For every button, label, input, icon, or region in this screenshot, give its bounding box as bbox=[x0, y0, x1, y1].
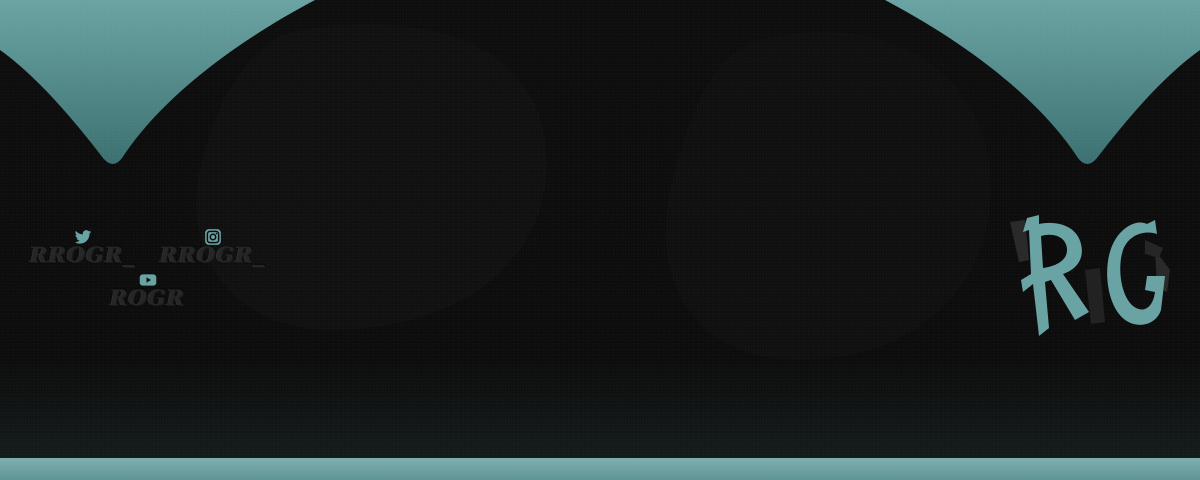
instagram-handle: RROGR_ bbox=[160, 242, 266, 267]
social-youtube[interactable]: ROGR bbox=[110, 271, 185, 309]
channel-banner: RROGR_ RROGR_ ROGR bbox=[0, 0, 1200, 480]
background-silhouette-left bbox=[196, 24, 547, 331]
social-twitter[interactable]: RROGR_ bbox=[30, 228, 135, 266]
background-silhouette-right bbox=[665, 31, 991, 360]
social-instagram[interactable]: RROGR_ bbox=[160, 228, 265, 266]
bottom-accent-bar bbox=[0, 458, 1200, 480]
rg-logo bbox=[1010, 215, 1170, 336]
youtube-handle: ROGR bbox=[110, 285, 186, 310]
twitter-handle: RROGR_ bbox=[30, 242, 136, 267]
